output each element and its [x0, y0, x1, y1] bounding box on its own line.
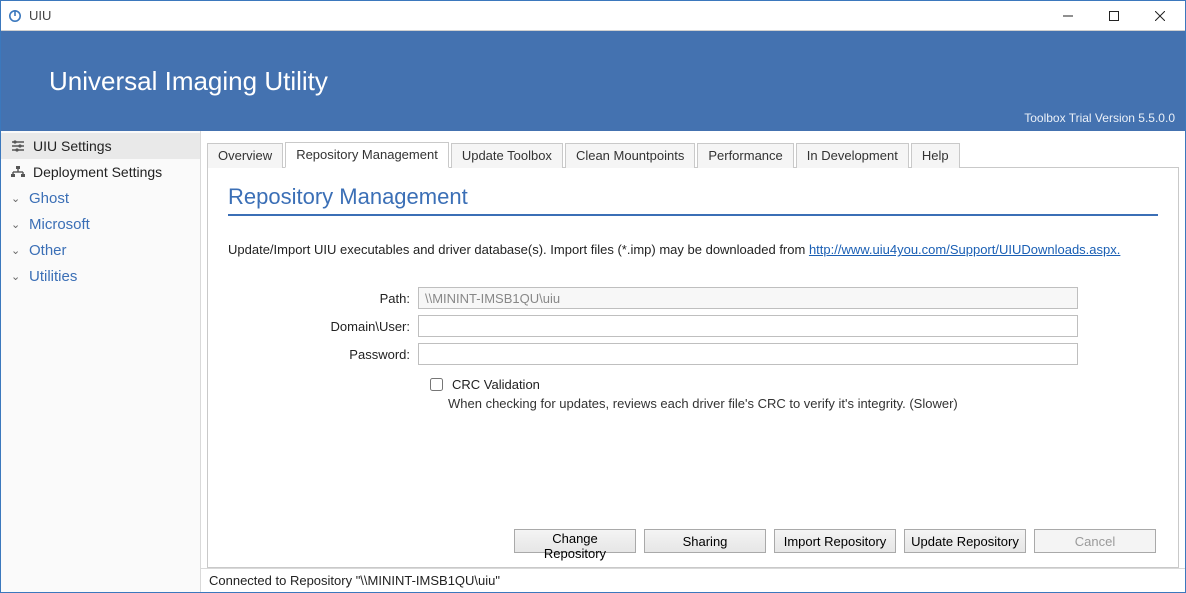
header-banner: Universal Imaging Utility Toolbox Trial … [1, 31, 1185, 131]
user-field[interactable] [418, 315, 1078, 337]
tab-label: In Development [807, 148, 898, 163]
intro-link[interactable]: http://www.uiu4you.com/Support/UIUDownlo… [809, 242, 1120, 257]
app-icon [7, 8, 23, 24]
settings-icon [11, 140, 25, 152]
sidebar: UIU Settings Deployment Settings ⌄ Ghost… [1, 131, 201, 592]
sidebar-group-label: Utilities [29, 268, 77, 285]
path-field[interactable] [418, 287, 1078, 309]
crc-checkbox-label[interactable]: CRC Validation [426, 375, 540, 394]
path-label: Path: [228, 291, 418, 306]
row-user: Domain\User: [228, 315, 1158, 337]
change-repository-button[interactable]: Change Repository [514, 529, 636, 553]
chevron-down-icon: ⌄ [11, 218, 21, 231]
sidebar-group-microsoft[interactable]: ⌄ Microsoft [1, 211, 200, 237]
password-label: Password: [228, 347, 418, 362]
tab-help[interactable]: Help [911, 143, 960, 168]
tab-clean-mountpoints[interactable]: Clean Mountpoints [565, 143, 695, 168]
body: UIU Settings Deployment Settings ⌄ Ghost… [1, 131, 1185, 592]
tab-label: Performance [708, 148, 782, 163]
tab-label: Help [922, 148, 949, 163]
maximize-button[interactable] [1091, 2, 1137, 30]
row-password: Password: [228, 343, 1158, 365]
tab-strip: Overview Repository Management Update To… [201, 139, 1185, 167]
row-path: Path: [228, 287, 1158, 309]
sharing-button[interactable]: Sharing [644, 529, 766, 553]
chevron-down-icon: ⌄ [11, 244, 21, 257]
update-repository-button[interactable]: Update Repository [904, 529, 1026, 553]
password-field[interactable] [418, 343, 1078, 365]
app-window: UIU Universal Imaging Utility Toolbox Tr… [0, 0, 1186, 593]
import-repository-button[interactable]: Import Repository [774, 529, 896, 553]
user-label: Domain\User: [228, 319, 418, 334]
deployment-icon [11, 166, 25, 178]
crc-checkbox[interactable] [430, 378, 443, 391]
sidebar-group-ghost[interactable]: ⌄ Ghost [1, 185, 200, 211]
sidebar-item-label: UIU Settings [33, 138, 112, 154]
sidebar-group-label: Ghost [29, 190, 69, 207]
tab-update-toolbox[interactable]: Update Toolbox [451, 143, 563, 168]
tab-label: Repository Management [296, 147, 438, 162]
status-bar: Connected to Repository "\\MININT-IMSB1Q… [201, 568, 1185, 592]
sidebar-group-label: Other [29, 242, 67, 259]
tab-performance[interactable]: Performance [697, 143, 793, 168]
row-crc: CRC Validation [426, 375, 1158, 394]
button-row: Change Repository Sharing Import Reposit… [228, 513, 1158, 553]
sidebar-group-utilities[interactable]: ⌄ Utilities [1, 263, 200, 289]
crc-label-text: CRC Validation [452, 377, 540, 392]
sidebar-item-label: Deployment Settings [33, 164, 162, 180]
intro-pre: Update/Import UIU executables and driver… [228, 242, 809, 257]
sidebar-item-deployment-settings[interactable]: Deployment Settings [1, 159, 200, 185]
sidebar-item-uiu-settings[interactable]: UIU Settings [1, 133, 200, 159]
close-button[interactable] [1137, 2, 1183, 30]
tab-repository-management[interactable]: Repository Management [285, 142, 449, 168]
chevron-down-icon: ⌄ [11, 270, 21, 283]
intro-text: Update/Import UIU executables and driver… [228, 242, 1158, 257]
page-title: Repository Management [228, 184, 1158, 216]
tab-label: Update Toolbox [462, 148, 552, 163]
tab-label: Overview [218, 148, 272, 163]
minimize-button[interactable] [1045, 2, 1091, 30]
cancel-button: Cancel [1034, 529, 1156, 553]
tab-label: Clean Mountpoints [576, 148, 684, 163]
version-label: Toolbox Trial Version 5.5.0.0 [1024, 111, 1175, 125]
content: Overview Repository Management Update To… [201, 131, 1185, 592]
chevron-down-icon: ⌄ [11, 192, 21, 205]
app-title: Universal Imaging Utility [1, 66, 1185, 97]
tab-panel: Repository Management Update/Import UIU … [207, 167, 1179, 568]
window-title: UIU [29, 8, 51, 23]
title-bar: UIU [1, 1, 1185, 31]
status-text: Connected to Repository "\\MININT-IMSB1Q… [209, 573, 500, 588]
crc-description: When checking for updates, reviews each … [448, 396, 1158, 411]
tab-in-development[interactable]: In Development [796, 143, 909, 168]
sidebar-group-other[interactable]: ⌄ Other [1, 237, 200, 263]
sidebar-group-label: Microsoft [29, 216, 90, 233]
tab-overview[interactable]: Overview [207, 143, 283, 168]
